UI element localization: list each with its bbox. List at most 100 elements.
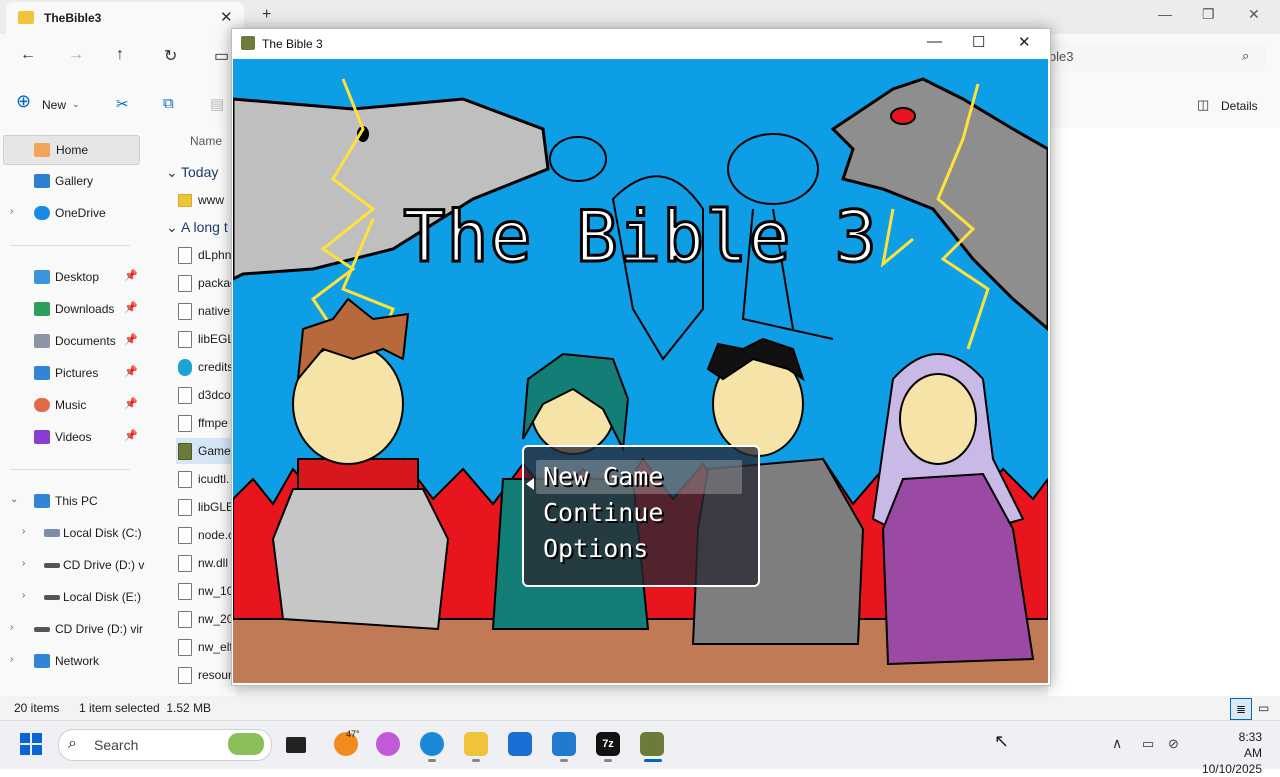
list-item[interactable]: resour <box>176 662 236 688</box>
list-item[interactable]: packag <box>176 270 237 296</box>
sidebar-item-this-pc[interactable]: ⌄ This PC <box>0 487 150 515</box>
list-item[interactable]: icudtl. <box>176 466 236 492</box>
game-maximize-icon[interactable]: ☐ <box>972 33 985 51</box>
list-item[interactable]: credits <box>176 354 236 380</box>
paste-icon[interactable]: ▤ <box>210 95 224 113</box>
sidebar-item-onedrive[interactable]: › OneDrive <box>0 199 150 227</box>
folder-icon <box>178 194 192 207</box>
game-title-text: The Bible 3 <box>402 195 879 280</box>
store-icon[interactable] <box>508 732 532 756</box>
menu-new-game[interactable]: New Game <box>543 462 663 491</box>
chevron-right-icon[interactable]: › <box>22 590 25 601</box>
chevron-right-icon[interactable]: › <box>10 206 13 217</box>
up-icon[interactable]: ↑ <box>116 46 124 64</box>
sidebar-item-local-disk-c[interactable]: › Local Disk (C:) <box>12 519 162 547</box>
minimize-icon[interactable]: — <box>1158 6 1172 22</box>
sidebar-item-desktop[interactable]: Desktop 📌 <box>0 263 150 291</box>
sidebar-item-label: Desktop <box>55 270 100 284</box>
system-clock[interactable]: 8:33 AM 10/10/2025 <box>1202 729 1262 777</box>
list-item[interactable]: libGLE <box>176 494 236 520</box>
menu-options[interactable]: Options <box>543 534 648 563</box>
sidebar-item-downloads[interactable]: Downloads 📌 <box>0 295 150 323</box>
sidebar-item-cd-drive-d-virtual[interactable]: › CD Drive (D:) vir <box>0 615 150 643</box>
cut-icon[interactable]: ✂ <box>116 95 129 113</box>
sidebar-item-home[interactable]: Home <box>3 135 140 165</box>
running-indicator <box>604 759 612 762</box>
list-item-selected[interactable]: Game <box>176 438 236 464</box>
copy-icon[interactable]: ⧉ <box>163 95 174 112</box>
sidebar-item-label: Gallery <box>55 174 94 188</box>
menu-continue[interactable]: Continue <box>543 498 663 527</box>
back-icon[interactable]: ← <box>20 46 36 64</box>
explorer-tab[interactable]: TheBible3 ✕ <box>6 2 244 34</box>
sidebar-item-cd-drive-d[interactable]: › CD Drive (D:) v <box>12 551 162 579</box>
details-view-icon[interactable]: ≣ <box>1230 698 1252 720</box>
list-item[interactable]: d3dco <box>176 382 236 408</box>
sidebar-item-videos[interactable]: Videos 📌 <box>0 423 150 451</box>
tab-title: TheBible3 <box>44 11 102 25</box>
sidebar-item-documents[interactable]: Documents 📌 <box>0 327 150 355</box>
chevron-right-icon[interactable]: › <box>22 558 25 569</box>
volume-tray-icon[interactable]: ⊘ <box>1168 736 1179 752</box>
tiles-view-icon[interactable]: ▭ <box>1258 701 1269 715</box>
list-item[interactable]: nw.dll <box>176 550 236 576</box>
sidebar-item-label: Documents <box>55 334 116 348</box>
weather-temperature: 47° <box>346 729 360 739</box>
chevron-right-icon[interactable]: › <box>22 526 25 537</box>
file-explorer-icon[interactable] <box>464 732 488 756</box>
game-taskbar-icon[interactable] <box>640 732 664 756</box>
show-hidden-icons-icon[interactable]: ∧ <box>1112 735 1122 752</box>
sidebar-item-label: Local Disk (E:) <box>63 590 142 604</box>
sidebar-item-local-disk-e[interactable]: › Local Disk (E:) <box>12 583 162 611</box>
details-button[interactable]: Details <box>1221 99 1258 113</box>
task-view-icon[interactable] <box>286 737 306 753</box>
list-item[interactable]: libEGL <box>176 326 236 352</box>
list-item[interactable]: www <box>176 187 236 213</box>
list-item[interactable]: nw_20 <box>176 606 236 632</box>
new-button[interactable]: New <box>42 98 66 112</box>
address-desktop-icon[interactable]: ▭ <box>214 46 229 66</box>
list-item[interactable]: nw_10 <box>176 578 236 604</box>
7zip-icon[interactable]: 7z <box>596 732 620 756</box>
close-window-icon[interactable]: ✕ <box>1248 6 1260 23</box>
list-item[interactable]: nw_elf <box>176 634 236 660</box>
refresh-icon[interactable]: ↻ <box>164 46 177 66</box>
sidebar-item-network[interactable]: › Network <box>0 647 150 675</box>
sidebar-item-gallery[interactable]: Gallery <box>0 167 150 195</box>
chevron-right-icon[interactable]: › <box>10 622 13 633</box>
sidebar-item-music[interactable]: Music 📌 <box>0 391 150 419</box>
new-tab-button[interactable]: + <box>262 6 271 24</box>
taskbar-search-label: Search <box>94 737 139 753</box>
group-chevron-icon[interactable]: ⌄ <box>166 164 178 181</box>
start-button[interactable] <box>20 733 42 755</box>
chevron-down-icon[interactable]: ⌄ <box>10 494 18 505</box>
search-icon[interactable]: ⌕ <box>1242 48 1249 64</box>
copilot-icon[interactable] <box>376 732 400 756</box>
tab-close-icon[interactable]: ✕ <box>220 8 233 26</box>
windows-logo-icon <box>20 733 30 743</box>
group-chevron-icon[interactable]: ⌄ <box>166 219 178 236</box>
game-close-icon[interactable]: ✕ <box>1018 33 1031 51</box>
network-tray-icon[interactable]: ▭ <box>1142 736 1154 752</box>
column-header-name[interactable]: Name <box>190 134 222 148</box>
list-item[interactable]: native <box>176 298 236 324</box>
chevron-right-icon[interactable]: › <box>10 654 13 665</box>
file-name: resour <box>198 668 233 682</box>
restore-icon[interactable]: ❐ <box>1202 6 1215 23</box>
download-icon <box>34 302 50 316</box>
file-icon <box>178 275 192 292</box>
file-icon <box>178 247 192 264</box>
file-name: native <box>198 304 231 318</box>
list-item[interactable]: ffmpe <box>176 410 236 436</box>
photos-icon[interactable] <box>552 732 576 756</box>
mouse-cursor-icon: ↖ <box>994 731 1010 751</box>
sidebar-item-pictures[interactable]: Pictures 📌 <box>0 359 150 387</box>
forward-icon[interactable]: → <box>68 46 84 64</box>
list-item[interactable]: node.c <box>176 522 236 548</box>
game-minimize-icon[interactable]: — <box>927 33 942 50</box>
documents-icon <box>34 334 50 348</box>
file-name: nw.dll <box>198 556 229 570</box>
file-name: node.c <box>198 528 235 542</box>
list-item[interactable]: dLphn <box>176 242 236 268</box>
edge-icon[interactable] <box>420 732 444 756</box>
